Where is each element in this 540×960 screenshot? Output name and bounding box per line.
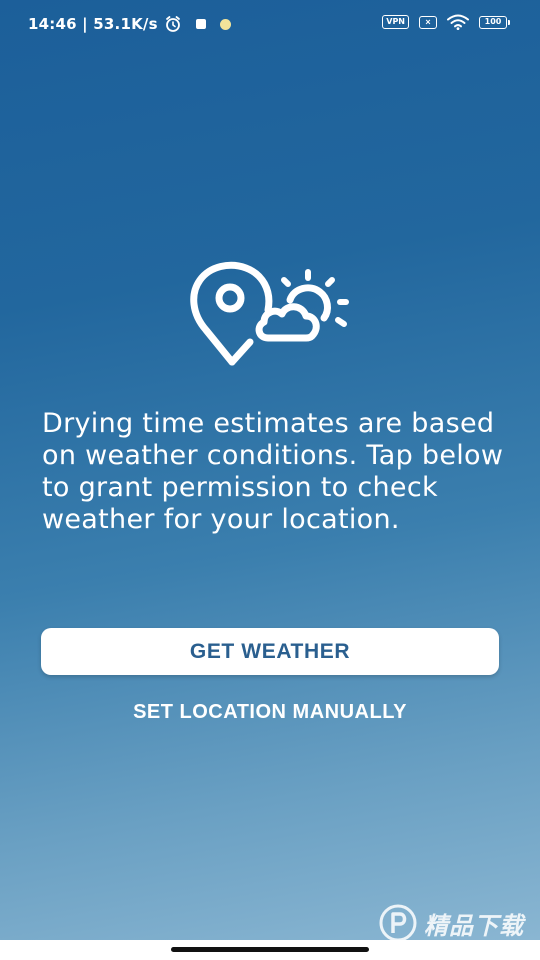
home-indicator[interactable] xyxy=(171,947,369,952)
permission-screen: 14:46 | 53.1K/s VPN × 100 Drying time es… xyxy=(0,0,540,940)
watermark: 精品下载 xyxy=(378,898,528,940)
status-time-speed: 14:46 | 53.1K/s xyxy=(28,15,158,33)
permission-message: Drying time estimates are based on weath… xyxy=(42,408,504,535)
battery-icon: 100 xyxy=(479,15,510,29)
notification-square-icon xyxy=(195,19,206,29)
battery-level: 100 xyxy=(479,15,507,29)
watermark-text: 精品下载 xyxy=(424,911,524,940)
get-weather-button[interactable]: GET WEATHER xyxy=(41,628,499,675)
set-location-manually-button[interactable]: SET LOCATION MANUALLY xyxy=(41,694,499,730)
status-bar: 14:46 | 53.1K/s VPN × 100 xyxy=(0,0,540,50)
watermark-logo-icon xyxy=(379,904,417,940)
status-left: 14:46 | 53.1K/s xyxy=(28,15,231,33)
wifi-icon xyxy=(447,14,469,30)
battery-tip xyxy=(508,19,510,25)
vpn-badge: VPN xyxy=(382,15,409,29)
status-right: VPN × 100 xyxy=(382,14,510,30)
location-weather-icon xyxy=(190,261,349,366)
notification-dot-icon xyxy=(219,18,231,30)
no-sim-icon: × xyxy=(419,15,437,29)
alarm-clock-icon xyxy=(165,16,180,32)
